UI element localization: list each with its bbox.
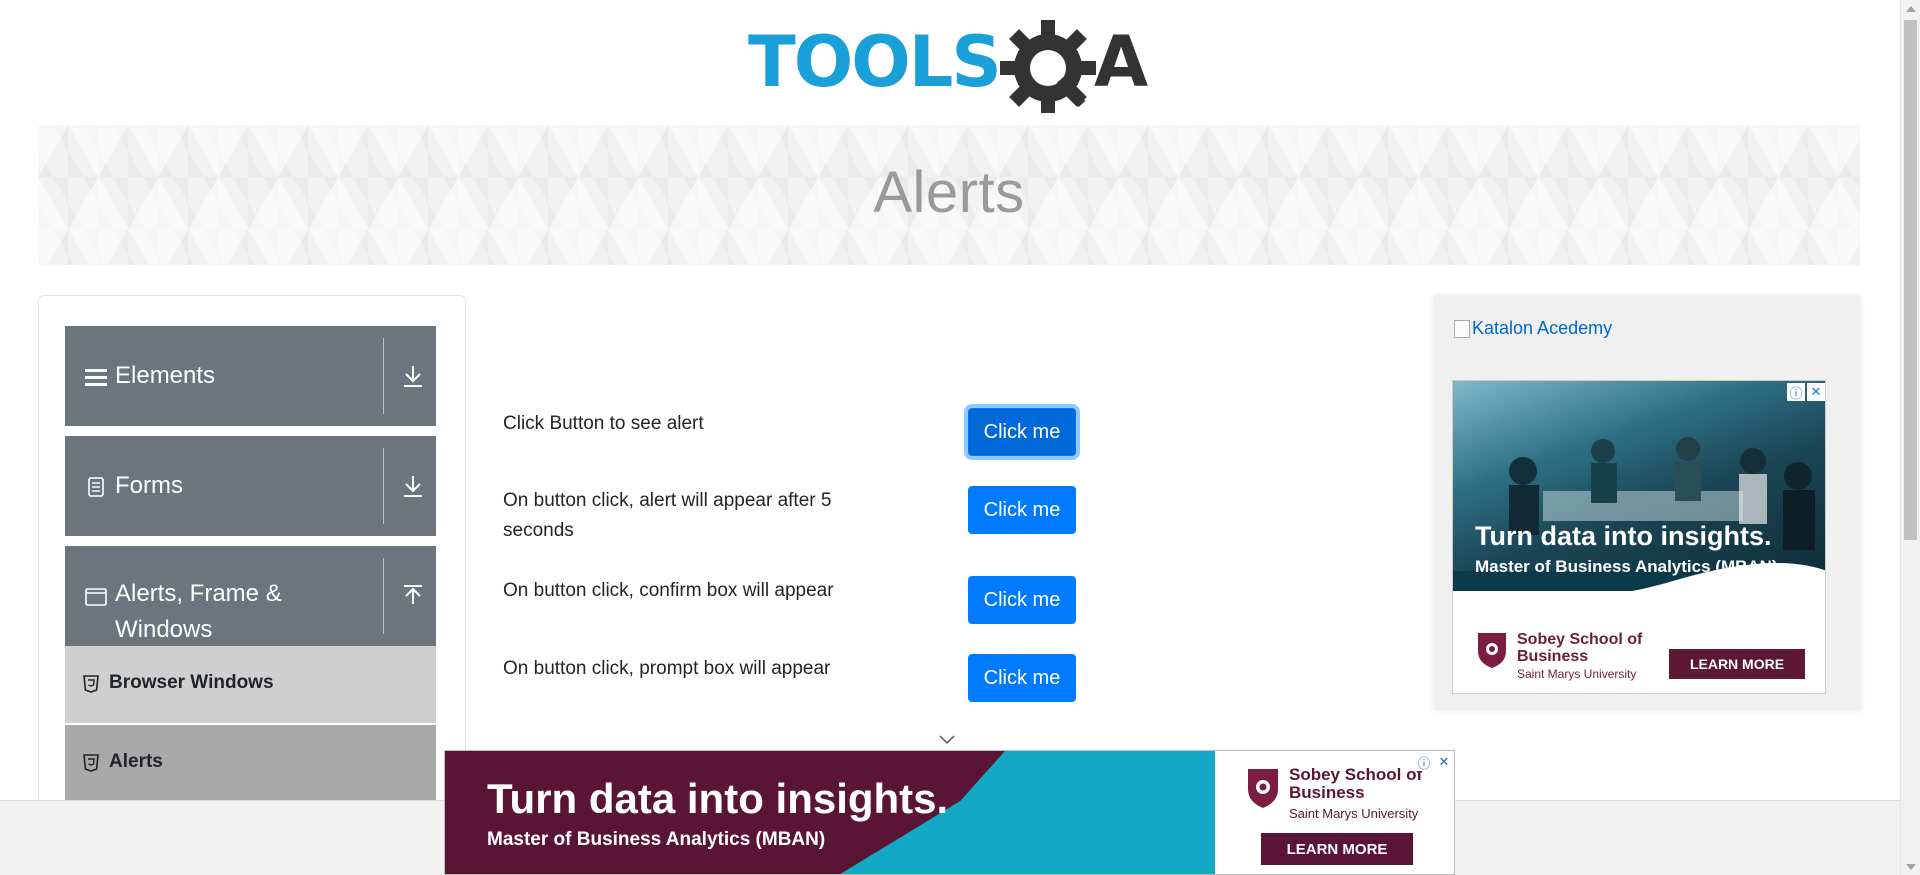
right-ad-banner[interactable]: Turn data into insights. Master of Busin…: [1452, 380, 1826, 694]
ad-subline: Master of Business Analytics (MBAN): [1475, 557, 1778, 576]
prompt-row-label: On button click, prompt box will appear: [503, 658, 831, 679]
ad-subline: Master of Business Analytics (MBAN): [487, 829, 826, 850]
page: TOOLS A Alerts Elements Forms Alerts, Fr…: [0, 0, 1920, 875]
close-icon[interactable]: ✕: [1807, 383, 1825, 401]
alert-row-label: Click Button to see alert: [503, 413, 704, 434]
sidebar-group-alerts-frame-windows[interactable]: Alerts, Frame & Windows: [65, 546, 436, 646]
prompt-button[interactable]: Click me: [968, 654, 1076, 702]
katalon-link-text: Katalon Acedemy: [1472, 318, 1613, 338]
sidebar-item-alerts[interactable]: Alerts: [65, 725, 436, 803]
download-arrow-icon[interactable]: [400, 471, 426, 501]
confirm-row-label: On button click, confirm box will appear: [503, 580, 834, 601]
svg-text:TOOLS: TOOLS: [748, 21, 1000, 103]
confirm-button[interactable]: Click me: [968, 576, 1076, 624]
timer-alert-button[interactable]: Click me: [968, 486, 1076, 534]
chevron-down-icon[interactable]: [937, 732, 957, 746]
divider: [383, 338, 384, 414]
svg-text:A: A: [1094, 21, 1148, 103]
sidebar-item-browser-windows[interactable]: Browser Windows: [65, 646, 436, 724]
scroll-up-arrow-icon[interactable]: [1901, 0, 1920, 17]
sidebar-group-label: Alerts, Frame & Windows: [115, 580, 282, 643]
toolsqa-logo[interactable]: TOOLS A: [748, 18, 1154, 116]
form-icon: [85, 476, 107, 498]
katalon-academy-link[interactable]: Katalon Acedemy: [1454, 318, 1612, 339]
info-icon[interactable]: ⓘ: [1787, 383, 1805, 401]
window-icon: [85, 586, 107, 608]
scroll-down-arrow-icon[interactable]: [1901, 858, 1920, 875]
learn-more-button[interactable]: LEARN MORE: [1669, 649, 1805, 679]
html5-icon: [83, 754, 99, 772]
close-icon[interactable]: ✕: [1435, 753, 1453, 771]
sidebar-item-label: Browser Windows: [109, 672, 274, 693]
vertical-scrollbar[interactable]: [1900, 0, 1920, 875]
sidebar-group-label: Elements: [115, 362, 216, 389]
html5-icon: [83, 675, 99, 693]
sidebar-item-label: Alerts: [109, 751, 163, 772]
sidebar-group-forms[interactable]: Forms: [65, 436, 436, 536]
bottom-ad-banner[interactable]: Turn data into insights. Master of Busin…: [444, 750, 1455, 875]
divider: [383, 448, 384, 524]
ad-school-name: Sobey School of Business: [1517, 631, 1643, 665]
sidebar-group-label: Forms: [115, 472, 183, 499]
timer-alert-row-label: On button click, alert will appear after…: [503, 490, 832, 541]
upload-arrow-icon[interactable]: [400, 581, 426, 611]
school-crest-icon: [1475, 629, 1509, 669]
ad-university: Saint Marys University: [1517, 667, 1637, 681]
ad-university: Saint Marys University: [1289, 806, 1419, 821]
alert-button[interactable]: Click me: [968, 408, 1076, 456]
divider: [383, 558, 384, 634]
ad-headline: Turn data into insights.: [487, 775, 949, 822]
info-icon[interactable]: ⓘ: [1415, 753, 1433, 771]
broken-image-icon: [1454, 319, 1470, 338]
right-ad-panel: Katalon Acedemy Turn data into insights.…: [1434, 296, 1860, 710]
school-crest-icon: [1245, 765, 1281, 809]
scrollbar-thumb[interactable]: [1904, 20, 1917, 540]
hamburger-icon: [85, 366, 107, 388]
learn-more-button[interactable]: LEARN MORE: [1261, 833, 1413, 865]
ad-headline: Turn data into insights.: [1475, 521, 1772, 551]
page-title: Alerts: [873, 160, 1025, 225]
page-banner: Alerts: [38, 125, 1860, 265]
sidebar: Elements Forms Alerts, Frame & Windows B…: [38, 295, 466, 855]
sidebar-group-elements[interactable]: Elements: [65, 326, 436, 426]
download-arrow-icon[interactable]: [400, 361, 426, 391]
